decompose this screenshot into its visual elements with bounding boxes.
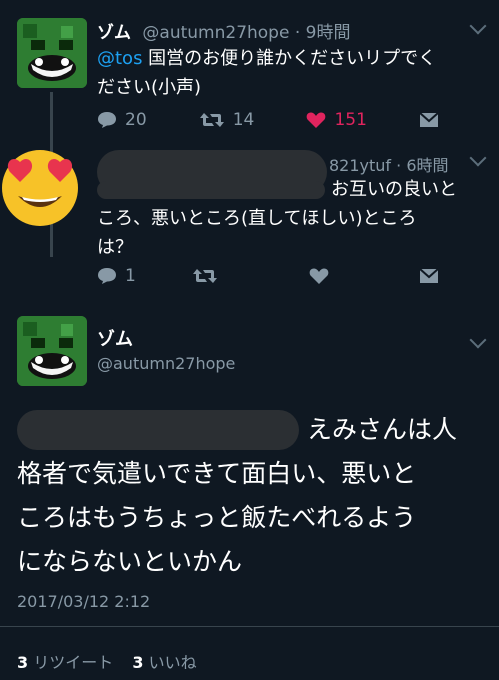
tweet-actions: 1 [97, 266, 487, 286]
reply-icon [98, 268, 116, 284]
mention-link[interactable]: @tos [97, 48, 142, 69]
retweet-icon [193, 269, 218, 283]
redacted-mention [97, 180, 325, 199]
tweet-text: @tos 国営のお便り誰かくださいリプでく ださい(小声) [97, 48, 437, 98]
envelope-icon [419, 268, 439, 283]
dm-button[interactable] [419, 112, 439, 128]
display-name[interactable]: ゾム [97, 328, 235, 352]
like-stat[interactable]: 3 いいね [132, 653, 196, 672]
tweet-time[interactable]: 6時間 [406, 156, 448, 175]
creeper-avatar-icon [17, 18, 87, 88]
engagement-stats: 3 リツイート 3 いいね [17, 649, 197, 673]
tweet-text: えみさんは人 格者で気遣いできて面白い、悪いと ころはもうちょっと飯たべれるよう… [17, 408, 487, 584]
separator-dot: · [294, 23, 301, 43]
redacted-mention [17, 410, 299, 450]
reply-count: 20 [125, 110, 147, 130]
reply-button[interactable]: 1 [97, 266, 136, 286]
retweet-button[interactable] [192, 267, 218, 285]
like-button[interactable]: 151 [306, 110, 367, 130]
display-name[interactable]: ゾム [97, 23, 131, 43]
handle[interactable]: 821ytuf [329, 156, 391, 175]
handle[interactable]: @autumn27hope [97, 352, 235, 376]
reply-icon [98, 112, 116, 128]
chevron-down-icon[interactable] [469, 149, 487, 167]
retweet-stat[interactable]: 3 リツイート [17, 653, 118, 672]
separator-dot: · [396, 156, 402, 175]
chevron-down-icon[interactable] [469, 17, 487, 35]
reply-count: 1 [125, 266, 136, 286]
heart-icon [307, 112, 326, 128]
tweet-timestamp: 2017/03/12 2:12 [17, 592, 151, 611]
retweet-button[interactable]: 14 [199, 110, 255, 130]
tweet-time[interactable]: 9時間 [306, 23, 351, 43]
like-button[interactable] [309, 267, 329, 285]
divider [0, 626, 499, 627]
reply-button[interactable]: 20 [97, 110, 147, 130]
chevron-down-icon[interactable] [469, 331, 487, 349]
heart-icon [309, 268, 328, 284]
avatar[interactable] [17, 316, 87, 386]
tweet-text: お互いの良いと ころ、悪いところ(直してほしい)ところ は？ [97, 179, 457, 258]
tweet-actions: 20 14 151 [97, 110, 487, 130]
envelope-icon [419, 112, 439, 127]
retweet-icon [199, 113, 224, 127]
handle[interactable]: @autumn27hope [142, 23, 289, 43]
dm-button[interactable] [419, 268, 439, 284]
avatar[interactable] [17, 18, 87, 88]
retweet-count: 14 [232, 110, 255, 130]
heart-eyes-emoji [0, 140, 88, 232]
like-count: 151 [334, 110, 367, 130]
creeper-avatar-icon [17, 316, 87, 386]
